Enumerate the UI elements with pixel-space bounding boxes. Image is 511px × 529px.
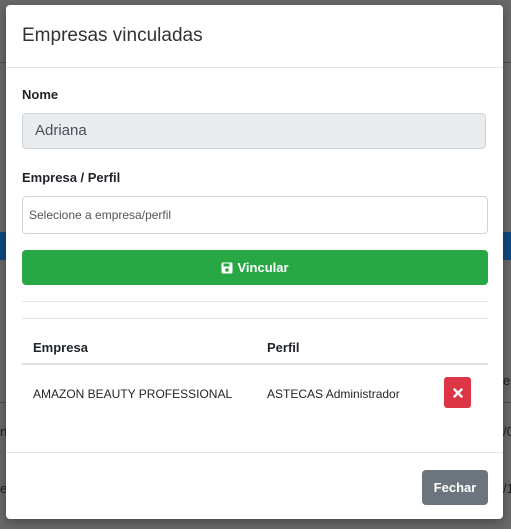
- name-label: Nome: [22, 87, 59, 102]
- cell-perfil: ASTECAS Administrador: [267, 387, 400, 401]
- column-header-perfil: Perfil: [267, 340, 300, 355]
- close-icon: [452, 387, 463, 398]
- remove-link-button[interactable]: [444, 377, 471, 408]
- modal-header: Empresas vinculadas: [6, 5, 503, 68]
- link-button[interactable]: Vincular: [22, 250, 488, 285]
- company-profile-label: Empresa / Perfil: [22, 170, 121, 185]
- name-field: Adriana: [22, 113, 486, 149]
- background-text-fragment: e: [503, 373, 511, 388]
- modal-title: Empresas vinculadas: [22, 25, 203, 46]
- table-top-border: [22, 318, 488, 319]
- close-button[interactable]: Fechar: [422, 470, 488, 505]
- background-text-fragment: /0: [503, 424, 511, 439]
- cell-empresa: AMAZON BEAUTY PROFESSIONAL: [33, 387, 233, 401]
- modal-footer: Fechar: [6, 452, 503, 519]
- table-header-border: [22, 363, 488, 365]
- column-header-empresa: Empresa: [33, 340, 88, 355]
- background-text-fragment: /1: [503, 481, 511, 496]
- save-icon: [221, 262, 233, 273]
- company-profile-select[interactable]: Selecione a empresa/perfil: [22, 196, 488, 234]
- divider: [22, 301, 488, 302]
- link-button-label: Vincular: [237, 260, 289, 275]
- linked-companies-modal: Empresas vinculadas Nome Adriana Empresa…: [6, 5, 503, 519]
